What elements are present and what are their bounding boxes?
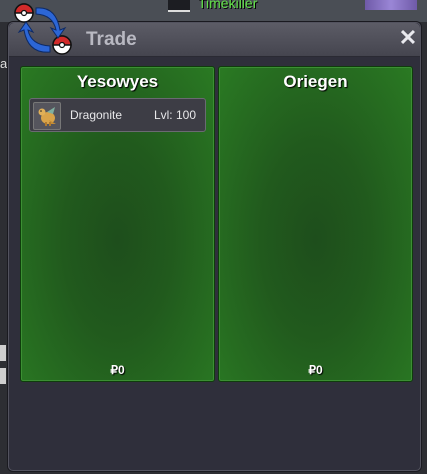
trade-panel-left: Yesowyes Dragonite Lvl: 100 ₽0 [20,66,215,382]
background-sprite-right [365,0,417,10]
money-offer: ₽0 [110,363,125,377]
trader-name: Yesowyes [76,72,159,91]
background-letter: a [0,56,8,71]
trade-panel-right: Oriegen ₽0 [218,66,413,382]
background-edge-element [0,345,6,361]
background-edge-element [0,368,6,384]
close-button[interactable]: ✕ [398,27,418,49]
background-sprite [168,0,190,12]
money-offer: ₽0 [308,363,323,377]
dragonite-sprite-icon [33,102,61,130]
item-level: Lvl: 100 [153,108,196,122]
trader-name: Oriegen [283,72,348,91]
trade-logo-icon [14,3,72,55]
item-name: Dragonite [70,108,123,122]
trade-window: Trade ✕ Yesowyes Dragonite Lvl: 100 ₽0 O… [8,22,421,471]
window-title: Trade [86,29,137,50]
trade-item-slot[interactable]: Dragonite Lvl: 100 [29,98,206,132]
background-player-name: Timekiller [198,0,258,11]
